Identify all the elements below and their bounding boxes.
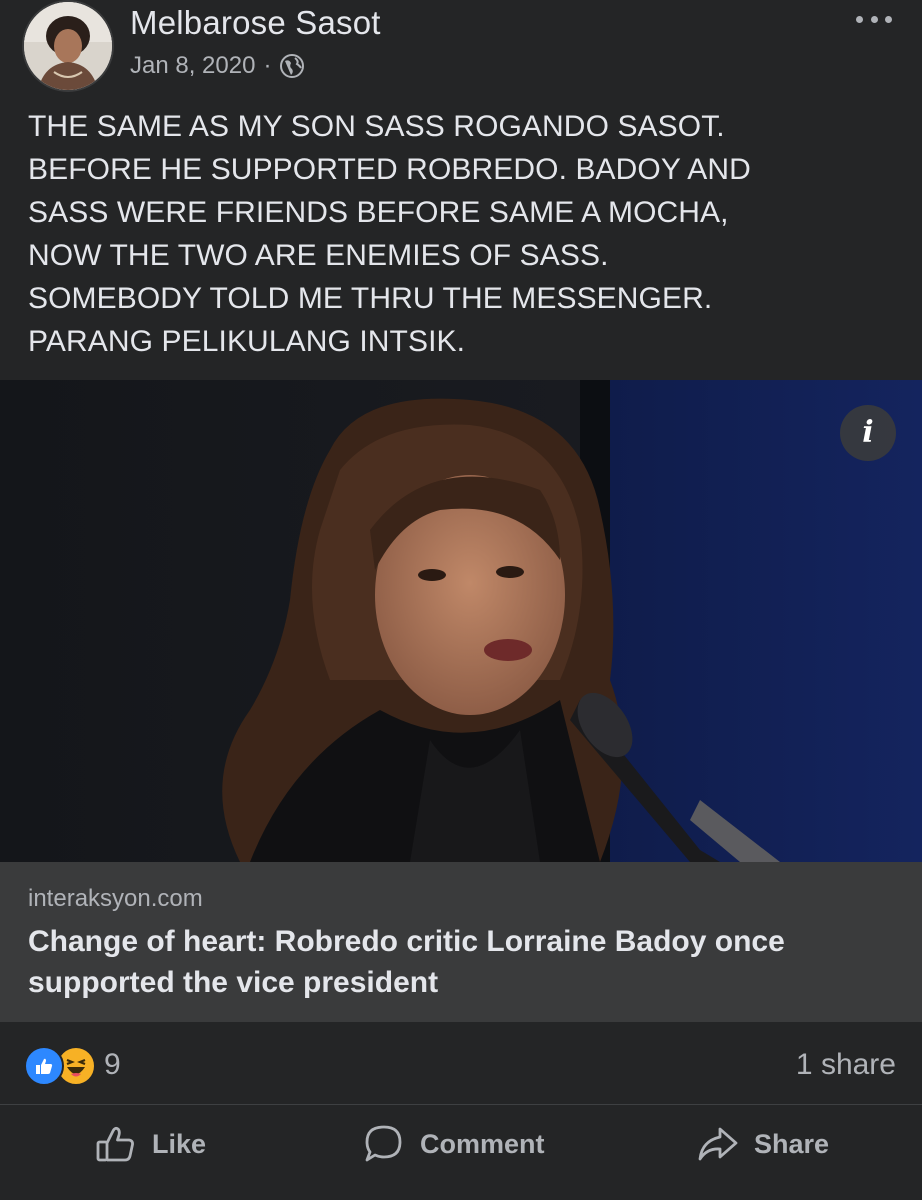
comment-button[interactable]: Comment bbox=[362, 1121, 545, 1167]
post-text: THE SAME AS MY SON SASS ROGANDO SASOT. B… bbox=[28, 110, 751, 358]
more-dot-icon bbox=[885, 15, 892, 23]
post-meta: Jan 8, 2020 · bbox=[130, 52, 305, 80]
avatar-photo bbox=[24, 2, 112, 90]
more-dot-icon bbox=[870, 15, 878, 23]
share-count[interactable]: 1 share bbox=[796, 1048, 896, 1082]
comment-label: Comment bbox=[420, 1128, 545, 1159]
reactions-summary: 9 1 share bbox=[0, 1040, 922, 1092]
info-icon: i bbox=[862, 415, 874, 450]
more-dot-icon bbox=[856, 15, 863, 23]
comment-icon bbox=[365, 1125, 402, 1162]
share-icon bbox=[698, 1127, 738, 1161]
post-header: Melbarose Sasot Jan 8, 2020 · bbox=[0, 0, 922, 92]
article-photo bbox=[0, 380, 922, 862]
share-label: Share bbox=[754, 1128, 830, 1159]
reaction-icons[interactable] bbox=[24, 1046, 96, 1086]
link-preview-card[interactable]: i interaksyon.com Change of heart: Robre… bbox=[0, 380, 922, 1022]
globe-icon bbox=[279, 53, 305, 79]
info-button[interactable]: i bbox=[840, 405, 896, 461]
author-avatar[interactable] bbox=[22, 0, 114, 92]
meta-separator: · bbox=[263, 52, 272, 79]
post-date[interactable]: Jan 8, 2020 bbox=[130, 52, 255, 80]
link-domain: interaksyon.com bbox=[28, 885, 203, 912]
like-reaction-icon bbox=[24, 1046, 64, 1086]
like-label: Like bbox=[152, 1128, 207, 1159]
more-options-button[interactable] bbox=[856, 10, 892, 28]
author-name[interactable]: Melbarose Sasot bbox=[130, 4, 381, 42]
link-preview-image[interactable]: i bbox=[0, 380, 922, 862]
reaction-count[interactable]: 9 bbox=[104, 1048, 121, 1082]
thumbs-up-icon bbox=[96, 1126, 134, 1162]
post-actions: Like Comment Share bbox=[0, 1105, 922, 1183]
like-button[interactable]: Like bbox=[94, 1121, 206, 1167]
link-title[interactable]: Change of heart: Robredo critic Lorraine… bbox=[28, 921, 888, 1003]
share-button[interactable]: Share bbox=[696, 1121, 829, 1167]
